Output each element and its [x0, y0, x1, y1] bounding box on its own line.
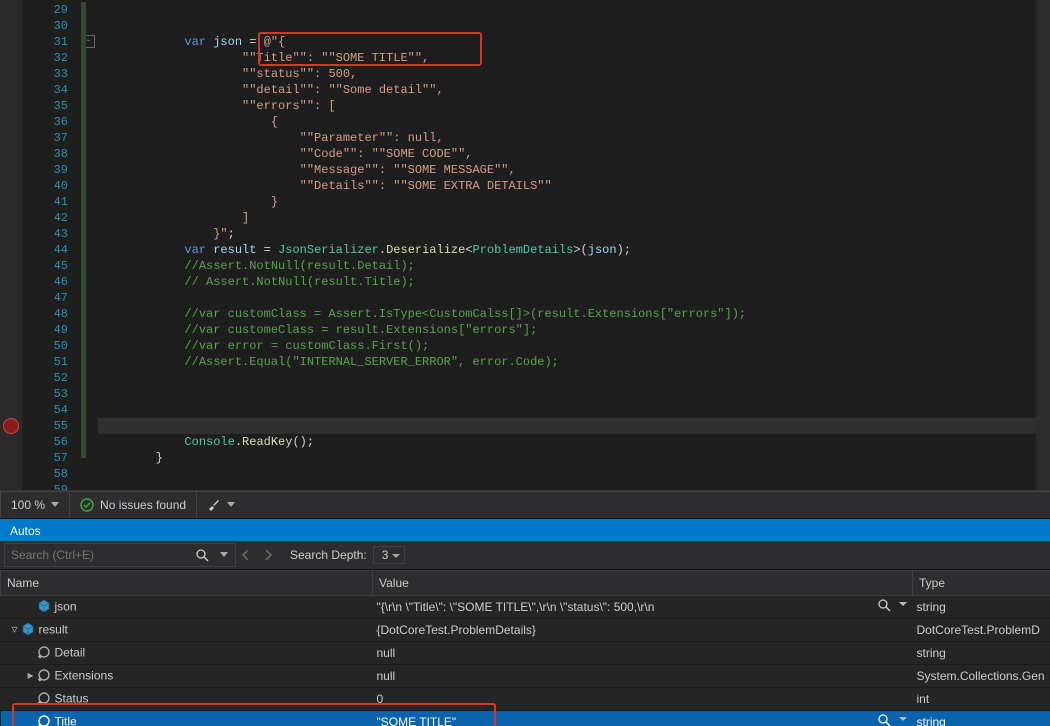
row-type: string: [913, 711, 1050, 726]
table-row[interactable]: ▿ result {DotCoreTest.ProblemDetails} DotCo…: [1, 619, 1050, 642]
row-value: "SOME TITLE": [377, 715, 457, 726]
autos-tabstrip: Autos: [0, 519, 1050, 541]
column-header-type[interactable]: Type: [913, 571, 1050, 596]
fold-margin[interactable]: -: [80, 0, 98, 490]
row-name: json: [55, 599, 77, 613]
expand-toggle-icon[interactable]: [25, 691, 37, 705]
line-number-gutter: 2930313233343536373839404142434445464748…: [22, 0, 80, 490]
row-type: string: [913, 596, 1050, 619]
breakpoint-margin[interactable]: [0, 0, 22, 490]
table-row[interactable]: Status 0 int: [1, 688, 1050, 711]
search-icon[interactable]: [191, 549, 213, 562]
row-value: {DotCoreTest.ProblemDetails}: [377, 623, 536, 637]
editor-status-bar: 100 % No issues found: [0, 491, 1050, 519]
code-editor[interactable]: 2930313233343536373839404142434445464748…: [0, 0, 1050, 491]
row-name: result: [39, 622, 68, 636]
table-row[interactable]: json "{\r\n \"Title\": \"SOME TITLE\",\r\…: [1, 596, 1050, 619]
table-row[interactable]: Title "SOME TITLE" string: [1, 711, 1050, 726]
row-value: "{\r\n \"Title\": \"SOME TITLE\",\r\n \"…: [377, 600, 655, 614]
visualizer-icon[interactable]: [878, 714, 891, 726]
row-type: DotCoreTest.ProblemD: [913, 619, 1050, 642]
column-header-value[interactable]: Value: [373, 571, 913, 596]
row-name: Status: [55, 691, 89, 705]
row-name: Title: [55, 714, 77, 726]
expand-toggle-icon[interactable]: [25, 714, 37, 726]
zoom-dropdown[interactable]: 100 %: [0, 492, 70, 518]
brush-icon[interactable]: [207, 498, 221, 512]
issues-text: No issues found: [100, 498, 186, 512]
variable-icon: [37, 599, 51, 616]
expand-toggle-icon[interactable]: [25, 645, 37, 659]
search-dropdown-icon[interactable]: [213, 552, 235, 558]
row-type: string: [913, 642, 1050, 665]
search-depth-dropdown[interactable]: 3: [373, 546, 406, 564]
variable-icon: [21, 622, 35, 639]
row-type: int: [913, 688, 1050, 711]
row-value: null: [377, 646, 396, 660]
search-depth-label: Search Depth:: [290, 548, 367, 562]
autos-search-box[interactable]: [4, 543, 236, 567]
nav-forward-button[interactable]: [258, 544, 280, 566]
breakpoint-icon[interactable]: [3, 418, 19, 434]
nav-back-button[interactable]: [236, 544, 258, 566]
property-icon: [37, 668, 51, 685]
column-header-name[interactable]: Name: [1, 571, 373, 596]
visualizer-dropdown-icon[interactable]: [899, 717, 907, 725]
row-name: Extensions: [55, 668, 114, 682]
property-icon: [37, 645, 51, 662]
autos-grid[interactable]: NameValueType json "{\r\n \"Title\": \"SO…: [0, 570, 1050, 726]
editor-scrollbar[interactable]: [1036, 0, 1050, 490]
expand-toggle-icon[interactable]: ▸: [25, 668, 37, 682]
visualizer-icon[interactable]: [878, 599, 891, 615]
property-icon: [37, 691, 51, 708]
property-icon: [37, 714, 51, 726]
table-row[interactable]: Detail null string: [1, 642, 1050, 665]
row-type: System.Collections.Gen: [913, 665, 1050, 688]
row-value: 0: [377, 692, 384, 706]
search-input[interactable]: [5, 548, 191, 562]
row-value: null: [377, 669, 396, 683]
check-circle-icon: [80, 498, 94, 512]
expand-toggle-icon[interactable]: ▿: [9, 622, 21, 636]
zoom-value: 100 %: [11, 498, 45, 512]
expand-toggle-icon[interactable]: [25, 599, 37, 613]
tab-autos[interactable]: Autos: [0, 521, 51, 541]
issues-indicator[interactable]: No issues found: [70, 492, 196, 518]
table-row[interactable]: ▸ Extensions null System.Collections.Gen: [1, 665, 1050, 688]
code-area[interactable]: var json = @"{ ""Title"": ""SOME TITLE""…: [98, 0, 1050, 490]
row-name: Detail: [55, 645, 86, 659]
visualizer-dropdown-icon[interactable]: [899, 602, 907, 610]
autos-toolbar: Search Depth: 3: [0, 541, 1050, 570]
